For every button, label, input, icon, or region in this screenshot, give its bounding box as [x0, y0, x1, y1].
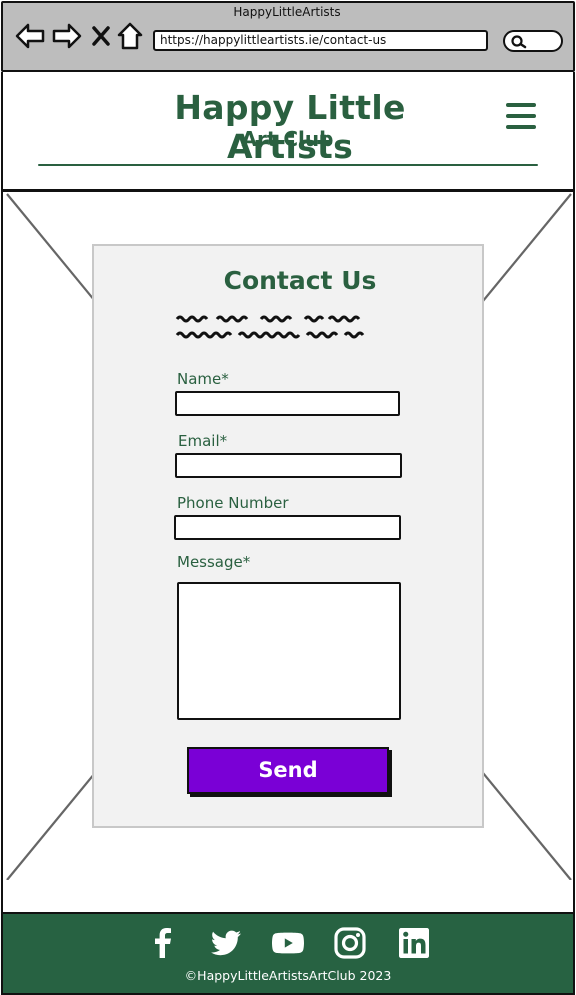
youtube-icon[interactable] — [271, 926, 305, 960]
forward-icon[interactable] — [52, 22, 82, 50]
form-title: Contact Us — [223, 266, 377, 295]
url-bar[interactable]: https://happylittleartists.ie/contact-us — [153, 30, 488, 51]
placeholder-text-scribble — [175, 315, 365, 339]
instagram-icon[interactable] — [333, 926, 367, 960]
linkedin-icon[interactable] — [397, 926, 431, 960]
email-label: Email* — [178, 432, 228, 450]
name-label: Name* — [177, 370, 229, 388]
home-icon[interactable] — [117, 22, 143, 50]
email-field[interactable] — [175, 453, 402, 478]
name-field[interactable] — [175, 391, 400, 416]
site-subtitle: Art Club — [241, 127, 334, 151]
footer-copyright: ©HappyLittleArtistsArtClub 2023 — [184, 968, 392, 983]
twitter-icon[interactable] — [209, 926, 243, 960]
send-button[interactable]: Send — [187, 747, 389, 794]
message-label: Message* — [177, 553, 251, 571]
message-field[interactable] — [177, 582, 401, 720]
hamburger-menu-icon[interactable] — [506, 103, 536, 129]
content-bottom-strip — [1, 880, 575, 914]
back-icon[interactable] — [15, 22, 45, 50]
facebook-icon[interactable] — [146, 926, 180, 960]
search-field[interactable] — [503, 30, 563, 52]
phone-field[interactable] — [174, 515, 401, 540]
phone-label: Phone Number — [177, 494, 289, 512]
search-icon — [511, 35, 527, 49]
header-divider — [38, 164, 538, 166]
close-icon[interactable] — [92, 26, 110, 46]
window-title: HappyLittleArtists — [233, 5, 341, 19]
